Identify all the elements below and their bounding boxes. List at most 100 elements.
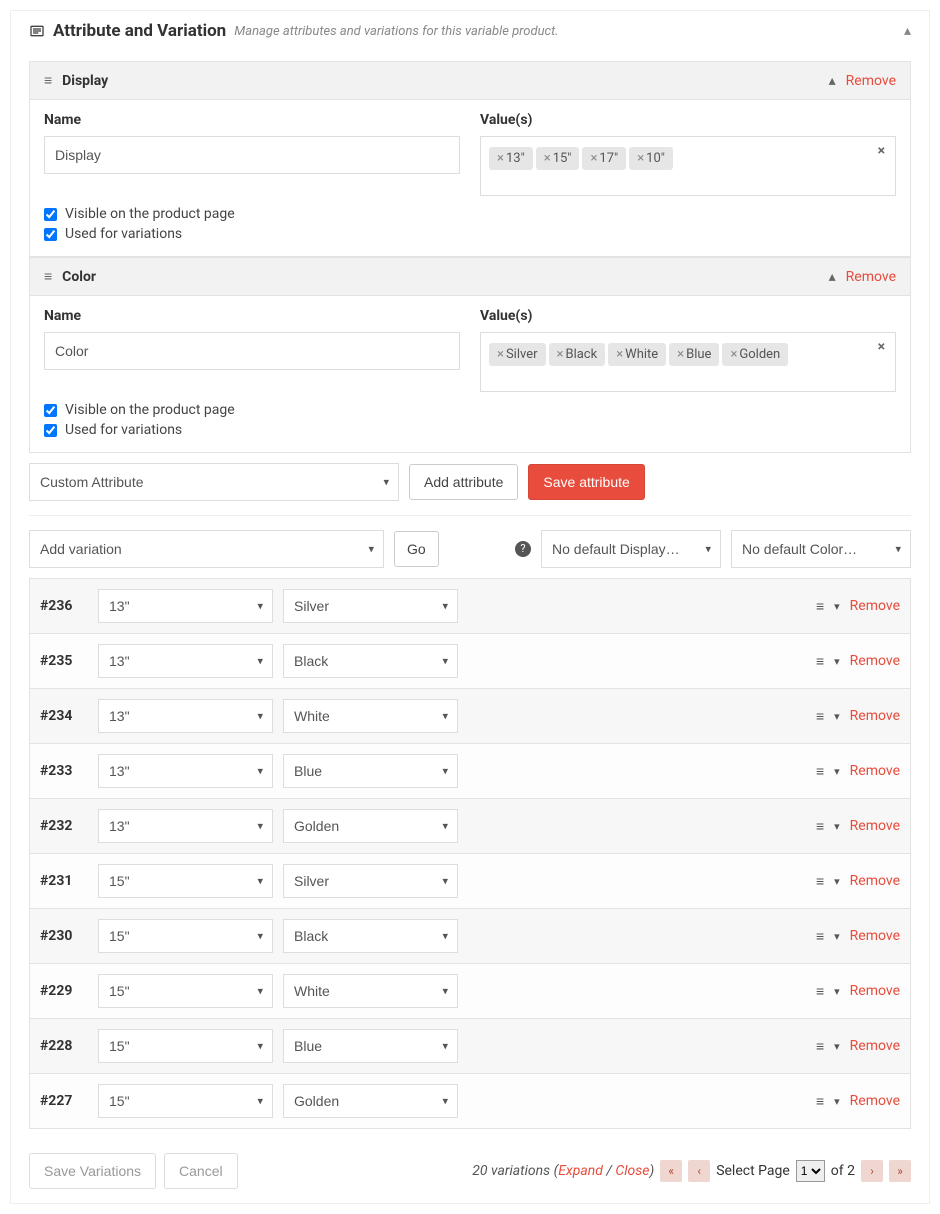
pager-first[interactable]: « — [660, 1160, 682, 1182]
attribute-header[interactable]: ≡ Display ▴ Remove — [29, 61, 911, 100]
pager-last[interactable]: » — [889, 1160, 911, 1182]
collapse-icon[interactable]: ▴ — [829, 269, 836, 285]
variation-color-select[interactable]: Black — [283, 644, 458, 678]
default-display-select[interactable]: No default Display… — [541, 530, 721, 568]
variation-display-select[interactable]: 13" — [98, 699, 273, 733]
drag-icon[interactable]: ≡ — [816, 818, 824, 835]
variation-display-select[interactable]: 15" — [98, 919, 273, 953]
attribute-name-input[interactable] — [44, 136, 460, 174]
expand-icon[interactable]: ▾ — [834, 1095, 840, 1108]
page-select[interactable]: 1 — [796, 1160, 825, 1182]
value-tag[interactable]: ×Blue — [669, 343, 719, 366]
remove-variation-link[interactable]: Remove — [850, 1093, 900, 1109]
variation-color-select[interactable]: White — [283, 974, 458, 1008]
remove-attribute-link[interactable]: Remove — [846, 269, 896, 285]
cancel-button[interactable]: Cancel — [164, 1153, 238, 1189]
expand-icon[interactable]: ▾ — [834, 600, 840, 613]
values-tagbox[interactable]: ×13"×15"×17"×10" × — [480, 136, 896, 196]
variation-display-select[interactable]: 15" — [98, 1029, 273, 1063]
remove-variation-link[interactable]: Remove — [850, 1038, 900, 1054]
drag-icon[interactable]: ≡ — [816, 983, 824, 1000]
remove-tag-icon[interactable]: × — [590, 151, 597, 166]
expand-icon[interactable]: ▾ — [834, 655, 840, 668]
variation-color-select[interactable]: White — [283, 699, 458, 733]
variation-display-select[interactable]: 13" — [98, 644, 273, 678]
drag-icon[interactable]: ≡ — [816, 763, 824, 780]
used-variations-checkbox[interactable] — [44, 424, 57, 437]
drag-icon[interactable]: ≡ — [816, 1038, 824, 1055]
drag-icon[interactable]: ≡ — [816, 1093, 824, 1110]
close-link[interactable]: Close — [615, 1163, 649, 1179]
default-color-select[interactable]: No default Color… — [731, 530, 911, 568]
variation-color-select[interactable]: Golden — [283, 809, 458, 843]
go-button[interactable]: Go — [394, 531, 439, 567]
variation-color-select[interactable]: Golden — [283, 1084, 458, 1118]
save-attribute-button[interactable]: Save attribute — [528, 464, 644, 500]
remove-tag-icon[interactable]: × — [677, 347, 684, 362]
clear-values-icon[interactable]: × — [878, 143, 885, 159]
expand-icon[interactable]: ▾ — [834, 875, 840, 888]
remove-variation-link[interactable]: Remove — [850, 873, 900, 889]
visible-checkbox[interactable] — [44, 208, 57, 221]
remove-variation-link[interactable]: Remove — [850, 653, 900, 669]
expand-icon[interactable]: ▾ — [834, 710, 840, 723]
value-tag[interactable]: ×Black — [549, 343, 606, 366]
add-variation-select[interactable]: Add variation — [29, 530, 384, 568]
remove-tag-icon[interactable]: × — [497, 347, 504, 362]
variation-color-select[interactable]: Blue — [283, 1029, 458, 1063]
variation-display-select[interactable]: 15" — [98, 974, 273, 1008]
pager-next[interactable]: › — [861, 1160, 883, 1182]
remove-tag-icon[interactable]: × — [557, 347, 564, 362]
expand-icon[interactable]: ▾ — [834, 985, 840, 998]
expand-icon[interactable]: ▾ — [834, 765, 840, 778]
remove-variation-link[interactable]: Remove — [850, 818, 900, 834]
remove-variation-link[interactable]: Remove — [850, 708, 900, 724]
remove-tag-icon[interactable]: × — [730, 347, 737, 362]
value-tag[interactable]: ×10" — [629, 147, 673, 170]
remove-tag-icon[interactable]: × — [497, 151, 504, 166]
expand-icon[interactable]: ▾ — [834, 930, 840, 943]
drag-icon[interactable]: ≡ — [816, 708, 824, 725]
clear-values-icon[interactable]: × — [878, 339, 885, 355]
remove-tag-icon[interactable]: × — [616, 347, 623, 362]
attribute-header[interactable]: ≡ Color ▴ Remove — [29, 257, 911, 296]
variation-display-select[interactable]: 15" — [98, 864, 273, 898]
remove-tag-icon[interactable]: × — [544, 151, 551, 166]
custom-attribute-select[interactable]: Custom Attribute — [29, 463, 399, 501]
remove-variation-link[interactable]: Remove — [850, 928, 900, 944]
drag-icon[interactable]: ≡ — [816, 873, 824, 890]
drag-icon[interactable]: ≡ — [816, 653, 824, 670]
value-tag[interactable]: ×White — [608, 343, 666, 366]
remove-variation-link[interactable]: Remove — [850, 763, 900, 779]
expand-icon[interactable]: ▾ — [834, 1040, 840, 1053]
variation-color-select[interactable]: Blue — [283, 754, 458, 788]
remove-attribute-link[interactable]: Remove — [846, 73, 896, 89]
drag-icon[interactable]: ≡ — [44, 72, 52, 89]
variation-color-select[interactable]: Black — [283, 919, 458, 953]
visible-checkbox[interactable] — [44, 404, 57, 417]
expand-link[interactable]: Expand — [558, 1163, 603, 1179]
attribute-name-input[interactable] — [44, 332, 460, 370]
add-attribute-button[interactable]: Add attribute — [409, 464, 518, 500]
save-variations-button[interactable]: Save Variations — [29, 1153, 156, 1189]
pager-prev[interactable]: ‹ — [688, 1160, 710, 1182]
collapse-icon[interactable]: ▴ — [829, 73, 836, 89]
expand-icon[interactable]: ▾ — [834, 820, 840, 833]
value-tag[interactable]: ×Silver — [489, 343, 546, 366]
remove-variation-link[interactable]: Remove — [850, 598, 900, 614]
values-tagbox[interactable]: ×Silver×Black×White×Blue×Golden × — [480, 332, 896, 392]
value-tag[interactable]: ×17" — [582, 147, 626, 170]
drag-icon[interactable]: ≡ — [816, 928, 824, 945]
variation-display-select[interactable]: 13" — [98, 754, 273, 788]
variation-display-select[interactable]: 15" — [98, 1084, 273, 1118]
variation-color-select[interactable]: Silver — [283, 589, 458, 623]
value-tag[interactable]: ×13" — [489, 147, 533, 170]
variation-display-select[interactable]: 13" — [98, 589, 273, 623]
drag-icon[interactable]: ≡ — [816, 598, 824, 615]
variation-display-select[interactable]: 13" — [98, 809, 273, 843]
panel-collapse-icon[interactable]: ▴ — [904, 23, 911, 39]
help-icon[interactable]: ? — [515, 541, 531, 557]
drag-icon[interactable]: ≡ — [44, 268, 52, 285]
remove-tag-icon[interactable]: × — [637, 151, 644, 166]
remove-variation-link[interactable]: Remove — [850, 983, 900, 999]
